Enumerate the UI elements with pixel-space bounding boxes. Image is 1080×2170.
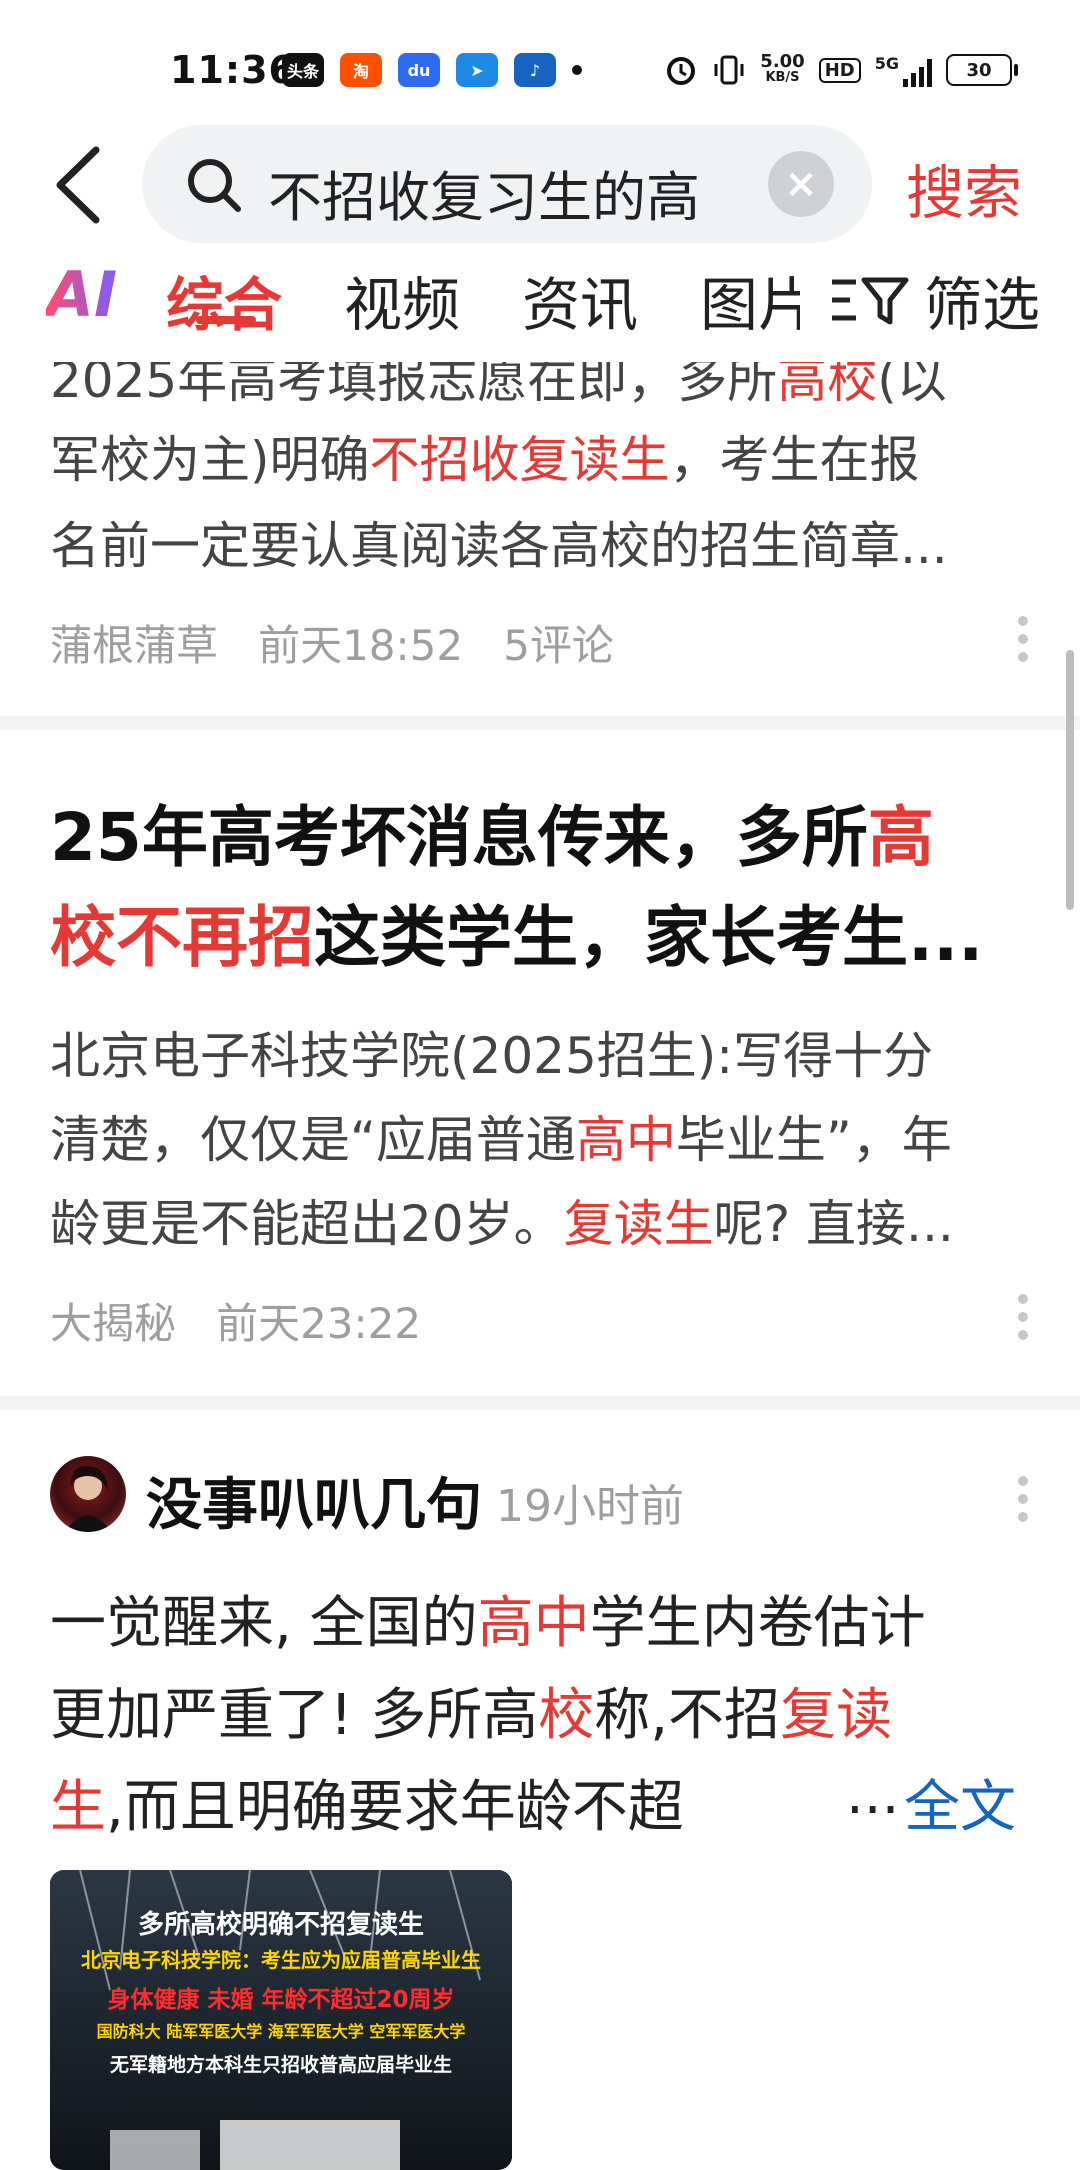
post-ellipsis: ... bbox=[846, 1762, 900, 1827]
card1-snippet-line2[interactable]: 军校为主)明确不招收复读生，考生在报 bbox=[50, 420, 920, 492]
divider bbox=[0, 1396, 1080, 1410]
card1-snippet-line3[interactable]: 名前一定要认真阅读各高校的招生简章... bbox=[50, 506, 948, 578]
alarm-icon bbox=[667, 57, 696, 85]
card2-meta: 大揭秘 前天23:22 bbox=[50, 1290, 421, 1351]
image-caption-line5: 无军籍地方本科生只招收普高应届毕业生 bbox=[109, 2054, 452, 2076]
card2-source: 大揭秘 bbox=[50, 1299, 177, 1348]
filter-icon bbox=[832, 277, 909, 325]
taobao-app-icon: 淘 bbox=[340, 53, 382, 87]
search-input[interactable]: 不招收复习生的高 bbox=[268, 153, 700, 232]
avatar[interactable] bbox=[50, 1456, 126, 1532]
ai-tab[interactable]: AI bbox=[46, 258, 117, 331]
scrollbar[interactable] bbox=[1066, 650, 1074, 910]
card2-snippet-line3[interactable]: 龄更是不能超出20岁。复读生呢? 直接... bbox=[50, 1184, 954, 1256]
clear-search-button[interactable]: × bbox=[768, 151, 834, 217]
search-icon bbox=[188, 159, 241, 212]
image-caption-line2: 北京电子科技学院：考生应为应届普高毕业生 bbox=[81, 1948, 481, 1972]
card2-time: 前天23:22 bbox=[216, 1299, 422, 1348]
post-time: 19小时前 bbox=[496, 1481, 684, 1532]
card1-meta: 蒲根蒲草 前天18:52 5评论 bbox=[50, 612, 614, 673]
post-more-icon[interactable] bbox=[1018, 1476, 1030, 1530]
full-text-link[interactable]: 全文 bbox=[904, 1762, 1016, 1843]
filter-label: 筛选 bbox=[924, 271, 1041, 339]
back-arrow-icon[interactable] bbox=[48, 140, 108, 230]
post-text-line2[interactable]: 更加严重了! 多所高校称,不招复读 bbox=[50, 1670, 892, 1751]
baidu-app-icon: du bbox=[398, 53, 440, 87]
card1-snippet-line1[interactable]: 2025年高考填报志愿在即，多所高校(以 bbox=[50, 362, 947, 412]
more-notifications-dot bbox=[572, 65, 582, 75]
divider bbox=[0, 716, 1080, 730]
send-app-icon: ➤ bbox=[456, 53, 498, 87]
tab-images[interactable]: 图片 bbox=[700, 258, 800, 342]
close-icon: × bbox=[784, 161, 818, 207]
tab-video[interactable]: 视频 bbox=[344, 258, 460, 342]
music-app-icon: ♪ bbox=[514, 53, 556, 87]
image-caption-line4: 国防科大 陆军军医大学 海军军医大学 空军军医大学 bbox=[96, 2022, 466, 2041]
card2-title-line1[interactable]: 25年高考坏消息传来，多所高 bbox=[50, 784, 934, 880]
battery-icon: 30 bbox=[946, 54, 1018, 86]
notification-icons: 头条 淘 du ➤ ♪ bbox=[282, 50, 582, 90]
image-caption-line3: 身体健康 未婚 年龄不超过20周岁 bbox=[107, 1987, 455, 2013]
result-tabs: AI 综合 视频 资讯 图片 筛选 bbox=[0, 250, 1080, 342]
toutiao-app-icon: 头条 bbox=[282, 53, 324, 87]
post-author[interactable]: 没事叭叭几句 bbox=[146, 1460, 482, 1541]
post-image[interactable]: 多所高校明确不招复读生 北京电子科技学院：考生应为应届普高毕业生 身体健康 未婚… bbox=[50, 1870, 512, 2170]
hd-voice-icon: HD bbox=[818, 57, 861, 83]
card2-snippet-line1[interactable]: 北京电子科技学院(2025招生):写得十分 bbox=[50, 1016, 933, 1088]
status-bar: 11:36 头条 淘 du ➤ ♪ 5.00 KB/S HD 5G 30 bbox=[0, 0, 1080, 130]
card2-more-icon[interactable] bbox=[1018, 1294, 1030, 1348]
vibrate-icon bbox=[714, 55, 744, 85]
filter-button[interactable]: 筛选 bbox=[822, 258, 1041, 342]
card1-more-icon[interactable] bbox=[1018, 616, 1030, 670]
post-text-line3[interactable]: 生,而且明确要求年龄不超 bbox=[50, 1762, 684, 1843]
card2-snippet-line2[interactable]: 清楚，仅仅是“应届普通高中毕业生”，年 bbox=[50, 1100, 952, 1172]
tab-comprehensive[interactable]: 综合 bbox=[166, 258, 282, 342]
search-box[interactable]: 不招收复习生的高 × bbox=[142, 125, 872, 243]
card1-source: 蒲根蒲草 bbox=[50, 621, 219, 670]
search-button[interactable]: 搜索 bbox=[906, 146, 1022, 230]
status-time: 11:36 bbox=[170, 48, 296, 92]
network-speed: 5.00 KB/S bbox=[760, 51, 805, 86]
card1-time: 前天18:52 bbox=[258, 621, 464, 670]
active-tab-indicator bbox=[196, 316, 256, 324]
tab-news[interactable]: 资讯 bbox=[522, 258, 638, 342]
signal-icon: 5G bbox=[875, 54, 932, 87]
post-text-line1[interactable]: 一觉醒来, 全国的高中学生内卷估计 bbox=[50, 1578, 926, 1659]
card2-title-line2[interactable]: 校不再招这类学生，家长考生... bbox=[50, 884, 983, 980]
system-icons: 5.00 KB/S HD 5G 30 bbox=[664, 50, 1018, 90]
image-caption-line1: 多所高校明确不招复读生 bbox=[137, 1910, 424, 1940]
avatar-image bbox=[64, 1465, 112, 1532]
card1-comments: 5评论 bbox=[503, 621, 614, 670]
